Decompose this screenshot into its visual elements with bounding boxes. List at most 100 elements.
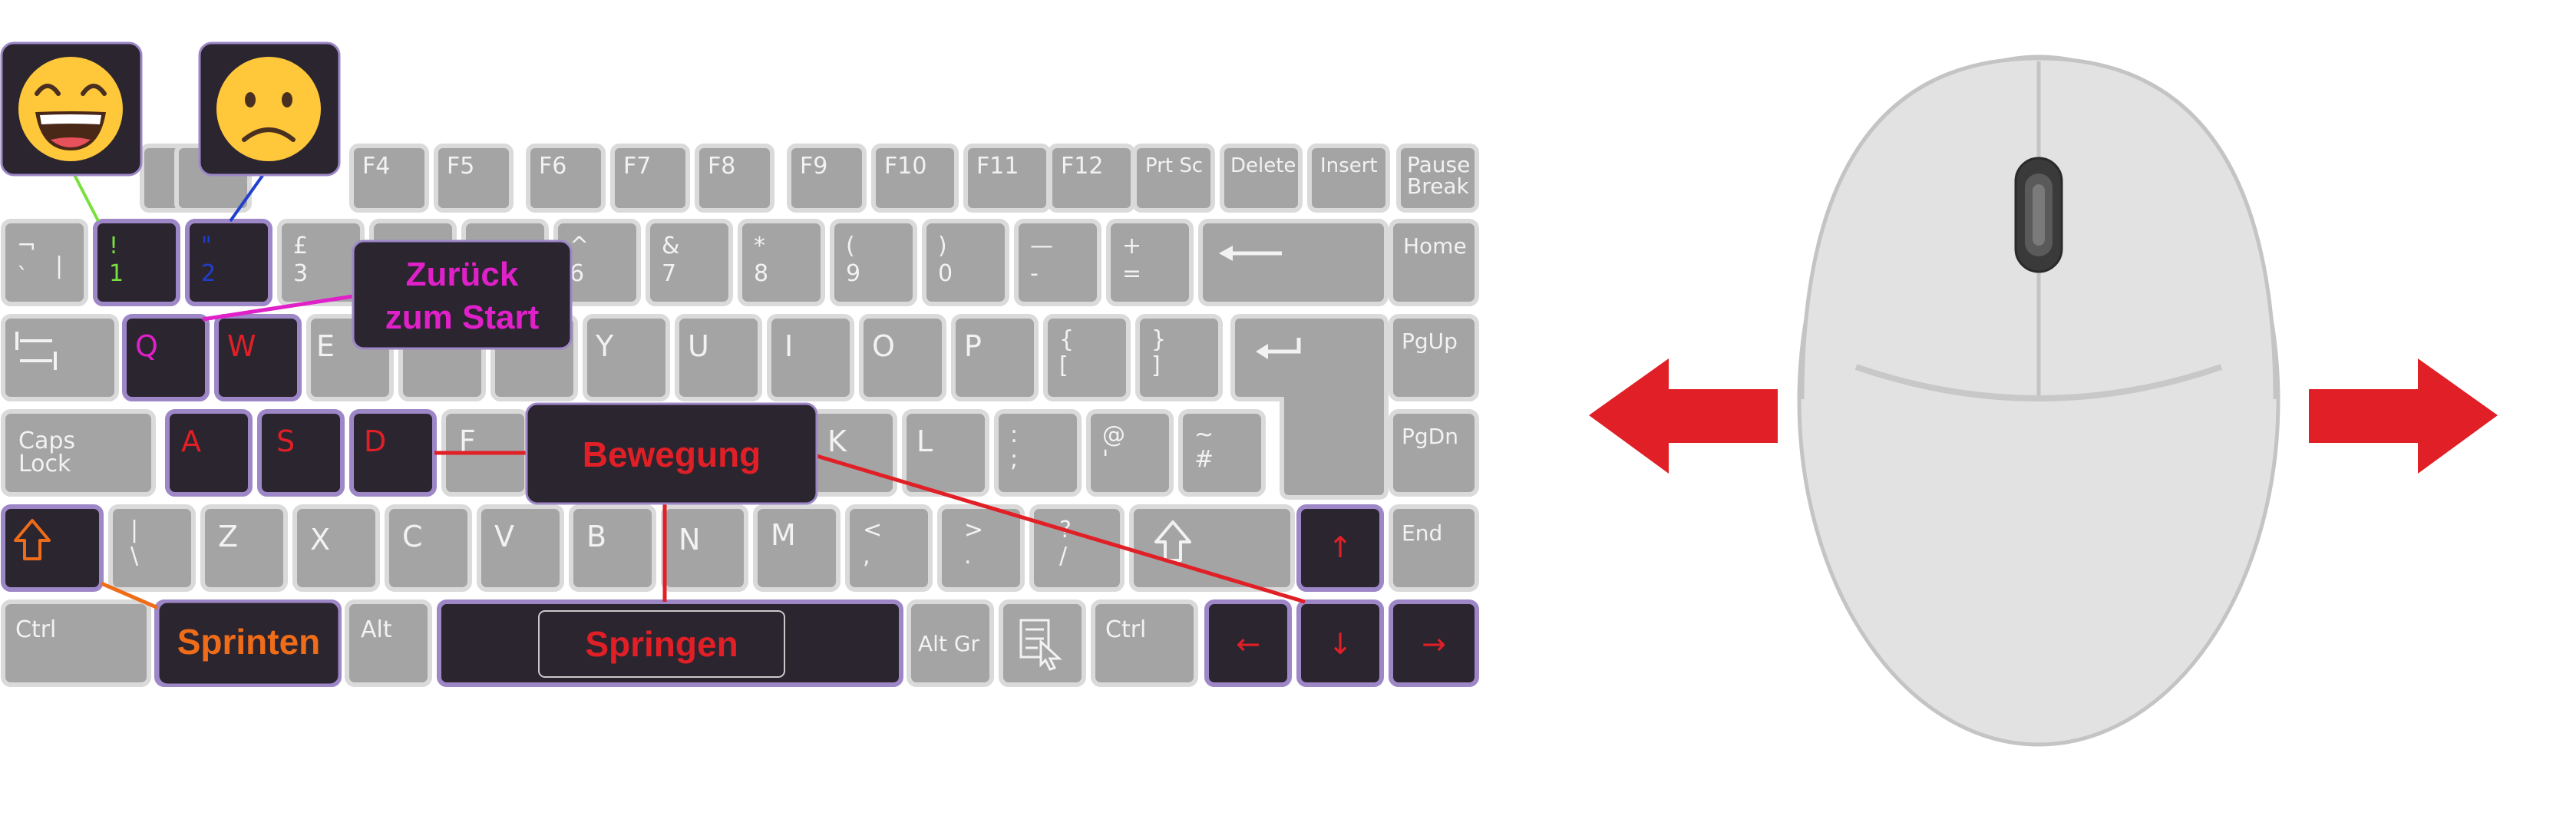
key-i[interactable] — [767, 314, 854, 401]
key-f7-label: F7 — [623, 153, 651, 180]
frowning-face-icon — [216, 57, 321, 161]
key-semicolon[interactable] — [994, 409, 1082, 497]
key-equals-top: + — [1122, 233, 1141, 259]
key-lock-label: Lock — [18, 451, 71, 477]
key-slash[interactable] — [1029, 504, 1125, 592]
key-n[interactable] — [661, 504, 748, 592]
key-u-label: U — [688, 329, 709, 363]
key-ctrl-right-label: Ctrl — [1105, 616, 1146, 643]
key-apostrophe[interactable] — [1086, 409, 1174, 497]
key-1-top: ! — [109, 233, 118, 259]
key-f10-label: F10 — [884, 153, 926, 180]
key-bracket-right[interactable] — [1135, 314, 1223, 401]
scroll-wheel — [2014, 157, 2063, 273]
key-f8-label: F8 — [708, 153, 735, 180]
key-l-label: L — [916, 424, 933, 458]
key-c[interactable] — [385, 504, 472, 592]
key-minus-top: — — [1030, 233, 1053, 259]
key-v-label: V — [494, 520, 514, 553]
key-s-label: S — [276, 424, 295, 458]
key-bracket-right-bottom: ] — [1151, 352, 1161, 379]
key-ctrl-left-label: Ctrl — [15, 616, 56, 643]
key-a-label: A — [181, 424, 201, 458]
key-arrow-up-label: ↑ — [1328, 530, 1352, 564]
key-ctrl-right[interactable] — [1091, 599, 1198, 687]
key-end[interactable] — [1389, 504, 1479, 592]
key-c-label: C — [402, 520, 423, 553]
key-3[interactable] — [277, 219, 365, 306]
key-o-label: O — [872, 329, 895, 363]
key-backtick-pipe: | — [55, 253, 63, 279]
connector-happy — [72, 173, 100, 222]
key-pgdn-label: PgDn — [1402, 424, 1458, 449]
key-home-label: Home — [1403, 233, 1467, 259]
key-bracket-left-bottom: [ — [1059, 352, 1068, 379]
key-q-label: Q — [135, 329, 158, 363]
happy-emoji-tile — [0, 41, 143, 177]
key-backslash-bottom: \ — [130, 543, 139, 570]
key-z[interactable] — [200, 504, 288, 592]
key-0-top: ) — [938, 233, 947, 259]
key-alt[interactable] — [345, 599, 432, 687]
key-0[interactable] — [922, 219, 1009, 306]
key-b-label: B — [586, 520, 606, 553]
key-x-label: X — [310, 523, 330, 557]
key-a[interactable] — [165, 409, 253, 497]
key-f4-label: F4 — [362, 153, 390, 180]
key-equals[interactable] — [1106, 219, 1194, 306]
key-p-label: P — [964, 329, 982, 363]
key-n-label: N — [679, 523, 700, 557]
key-arrow-left-label: ← — [1236, 627, 1260, 661]
key-bracket-right-top: } — [1151, 326, 1166, 353]
key-bracket-left[interactable] — [1043, 314, 1131, 401]
sprint-label: Sprinten — [177, 622, 321, 662]
key-hash[interactable] — [1178, 409, 1266, 497]
key-backspace[interactable] — [1198, 219, 1389, 306]
callout-sprint: Sprinten — [157, 600, 341, 686]
key-backslash[interactable] — [108, 504, 196, 592]
key-equals-bottom: = — [1122, 260, 1141, 287]
key-s[interactable] — [257, 409, 345, 497]
key-break-label: Break — [1407, 173, 1469, 199]
key-m[interactable] — [753, 504, 841, 592]
key-ctrl-left[interactable] — [1, 599, 151, 687]
key-x[interactable] — [292, 504, 380, 592]
key-bracket-left-top: { — [1059, 326, 1074, 353]
key-9[interactable] — [830, 219, 917, 306]
key-comma[interactable] — [845, 504, 933, 592]
key-backtick[interactable] — [1, 219, 88, 306]
key-minus[interactable] — [1014, 219, 1101, 306]
key-d-label: D — [364, 424, 386, 458]
key-8[interactable] — [738, 219, 825, 306]
key-shift-left[interactable] — [1, 504, 104, 592]
key-1[interactable] — [93, 219, 180, 306]
key-alt-label: Alt — [361, 616, 392, 643]
controls-diagram: F4 F5 F6 F7 F8 F9 F10 F11 F12 Prt Sc Del… — [0, 41, 2498, 747]
key-shift-right[interactable] — [1129, 504, 1295, 592]
key-8-bottom: 8 — [754, 260, 768, 287]
key-period-top: > — [964, 517, 983, 543]
arrow-left-icon — [1589, 358, 1778, 474]
key-i-label: I — [784, 329, 793, 363]
key-v[interactable] — [477, 504, 564, 592]
key-period-bottom: . — [964, 543, 972, 570]
key-backtick-mid: ` — [17, 263, 28, 290]
key-m-label: M — [771, 518, 796, 552]
key-insert-label: Insert — [1320, 154, 1378, 177]
key-2-top: " — [201, 233, 212, 259]
key-7[interactable] — [646, 219, 733, 306]
key-z-label: Z — [218, 520, 238, 553]
key-comma-bottom: , — [863, 543, 870, 570]
key-b[interactable] — [569, 504, 656, 592]
key-pgup-label: PgUp — [1402, 329, 1458, 354]
key-2[interactable] — [185, 219, 272, 306]
key-1-bottom: 1 — [109, 260, 124, 287]
key-backtick-top: ¬ — [17, 233, 36, 259]
key-f5-label: F5 — [447, 153, 474, 180]
key-hash-top: ~ — [1194, 421, 1214, 448]
key-w-label: W — [227, 329, 256, 363]
key-tab[interactable] — [1, 314, 119, 401]
key-comma-top: < — [863, 517, 882, 543]
key-3-bottom: 3 — [293, 260, 308, 287]
key-k[interactable] — [810, 409, 897, 497]
